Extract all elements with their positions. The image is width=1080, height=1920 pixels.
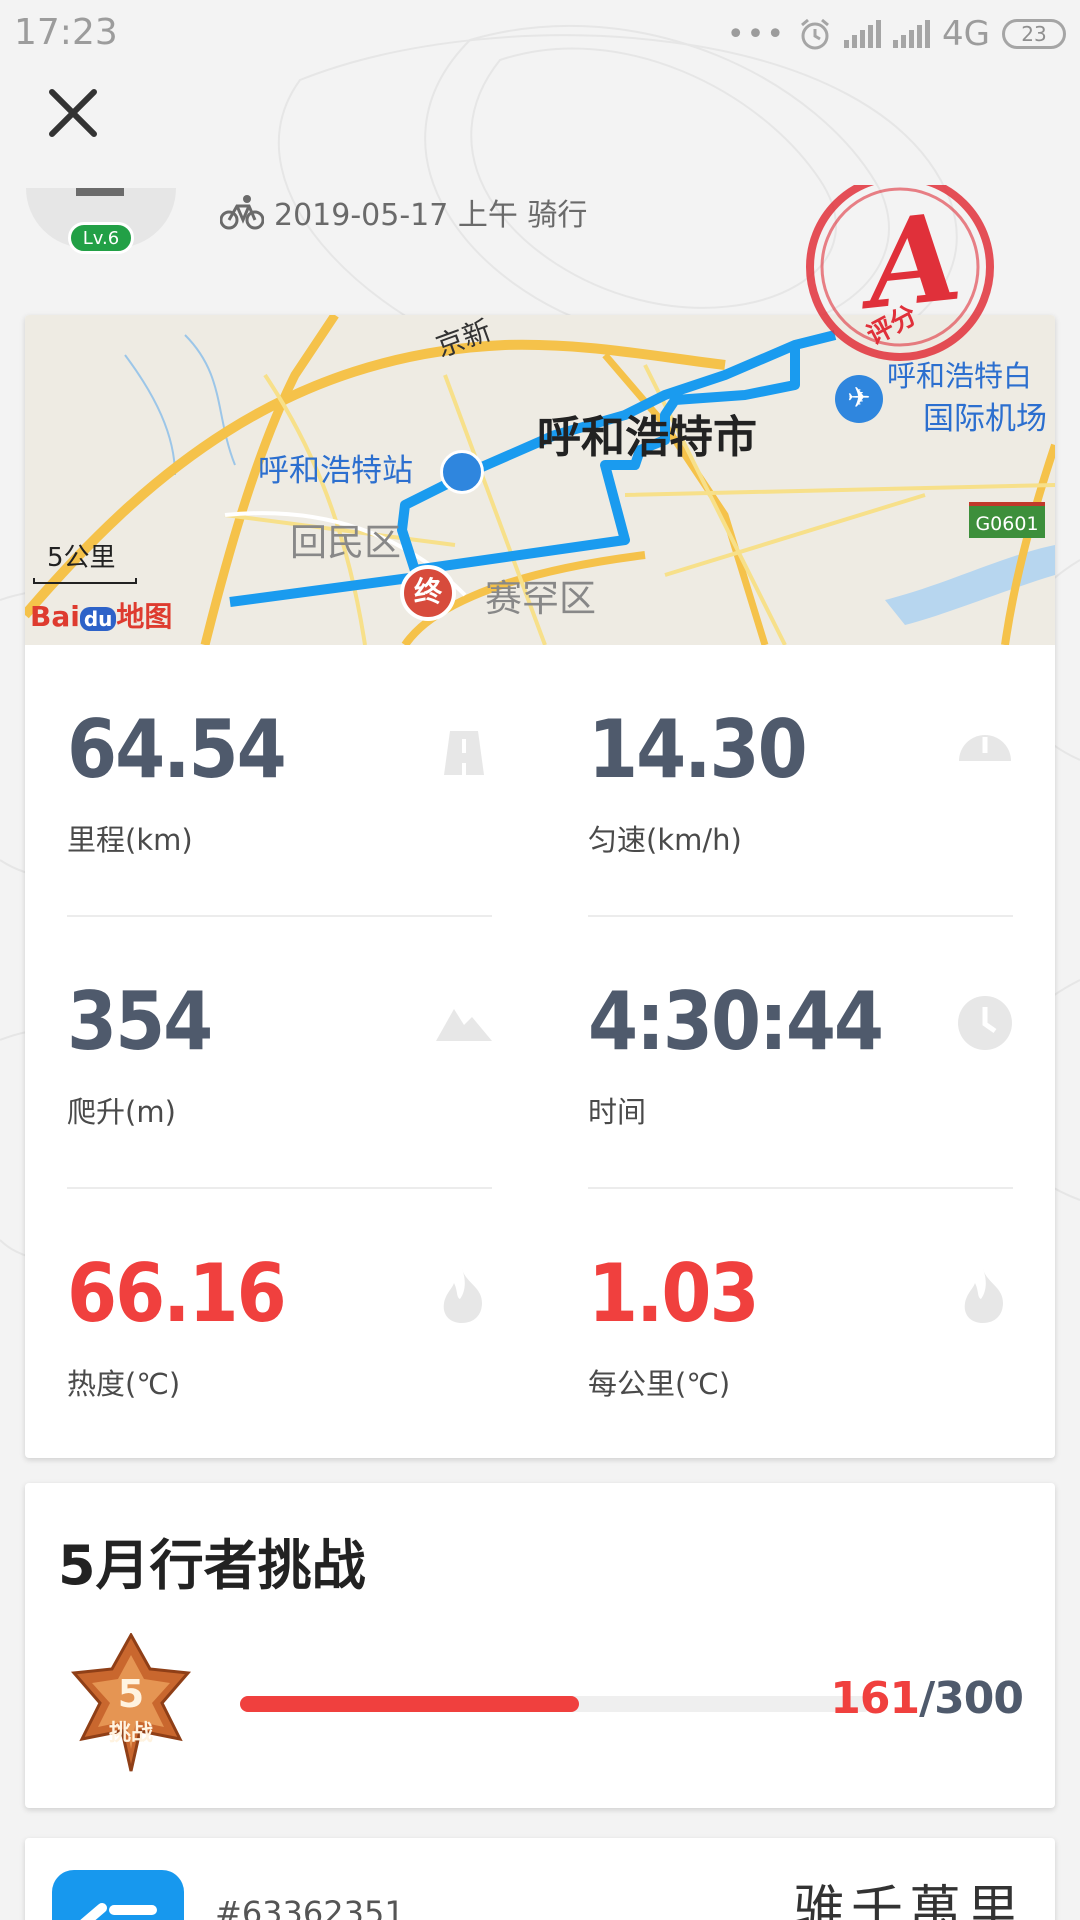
activity-summary-card: 京新 呼和浩特市 呼和浩特站 呼和浩特白 国际机场 ✈ 回民区 赛罕区 G060… bbox=[25, 315, 1055, 1458]
flame-icon bbox=[964, 1269, 1003, 1323]
level-badge: Lv.6 bbox=[68, 222, 134, 254]
network-type: 4G bbox=[942, 14, 990, 54]
signature-calligraphy: 骓千萬里 bbox=[792, 1881, 1025, 1920]
alarm-icon bbox=[801, 18, 829, 50]
mountain-icon bbox=[436, 1009, 492, 1041]
map-label-airport-2: 国际机场 bbox=[923, 401, 1047, 437]
status-bar: 17:23 ••• 4G 23 bbox=[0, 0, 1080, 68]
challenge-badge-label: 挑战 bbox=[108, 1721, 153, 1746]
map-scale-bar bbox=[33, 578, 137, 584]
challenge-total: /300 bbox=[919, 1673, 1024, 1724]
stat-time: 4:30:44 时间 bbox=[588, 917, 1013, 1189]
station-pin-icon bbox=[440, 450, 484, 494]
speedometer-icon bbox=[959, 735, 1011, 761]
svg-text:5: 5 bbox=[118, 1672, 144, 1716]
stat-heat: 66.16 热度(℃) bbox=[67, 1189, 492, 1458]
map-scale-label: 5公里 bbox=[47, 543, 116, 573]
stat-label: 热度(℃) bbox=[67, 1367, 181, 1401]
stat-label: 时间 bbox=[588, 1095, 647, 1129]
challenge-title: 5月行者挑战 bbox=[58, 1534, 366, 1597]
stat-value: 64.54 bbox=[67, 703, 287, 796]
stat-value: 66.16 bbox=[67, 1247, 287, 1340]
avatar-mark bbox=[76, 188, 124, 196]
challenge-progress-bar bbox=[240, 1696, 872, 1712]
record-id: #63362351 bbox=[215, 1894, 405, 1920]
stat-heat-per-km: 1.03 每公里(℃) bbox=[588, 1189, 1013, 1458]
user-avatar[interactable]: Lv.6 bbox=[26, 188, 176, 260]
stat-speed: 14.30 匀速(km/h) bbox=[588, 645, 1013, 917]
stat-value: 354 bbox=[67, 975, 213, 1068]
challenge-badge-icon: 5 挑战 bbox=[70, 1631, 192, 1773]
map-label-district-2: 赛罕区 bbox=[485, 577, 596, 620]
stat-climb: 354 爬升(m) bbox=[67, 917, 492, 1189]
stat-value: 14.30 bbox=[588, 703, 808, 796]
stat-value: 1.03 bbox=[588, 1247, 760, 1340]
route-end-marker: 终 bbox=[400, 565, 456, 621]
close-button[interactable] bbox=[38, 78, 108, 148]
share-card[interactable]: #63362351 骓千萬里 bbox=[25, 1838, 1055, 1920]
stat-label: 爬升(m) bbox=[67, 1095, 176, 1129]
baidu-map-logo: Bai du 地图 bbox=[30, 600, 173, 633]
stats-grid: 64.54 里程(km) 14.30 匀速(km/h) 354 爬升(m) 4:… bbox=[25, 645, 1055, 1458]
app-logo-icon bbox=[52, 1870, 184, 1920]
map-label-city: 呼和浩特市 bbox=[537, 412, 757, 463]
flame-icon bbox=[443, 1269, 482, 1323]
status-time: 17:23 bbox=[14, 12, 118, 53]
rating-stamp: A 评分 bbox=[785, 185, 1025, 385]
map-label-district: 回民区 bbox=[290, 521, 401, 564]
clock-icon bbox=[958, 996, 1012, 1050]
bicycle-icon bbox=[220, 195, 264, 230]
challenge-progress-text: 161/300 bbox=[830, 1673, 1024, 1724]
stat-distance: 64.54 里程(km) bbox=[67, 645, 492, 917]
road-icon bbox=[444, 731, 484, 775]
battery-icon: 23 bbox=[1002, 19, 1066, 49]
challenge-current: 161 bbox=[830, 1673, 920, 1724]
stat-value: 4:30:44 bbox=[588, 975, 884, 1068]
more-dots-icon: ••• bbox=[726, 16, 787, 52]
activity-meta: 2019-05-17 上午 骑行 bbox=[220, 190, 587, 234]
highway-shield: G0601 bbox=[969, 502, 1045, 538]
signal-icon bbox=[844, 20, 882, 48]
status-icons: ••• 4G 23 bbox=[727, 12, 1066, 56]
stat-label: 里程(km) bbox=[67, 823, 193, 857]
activity-date-type: 2019-05-17 上午 骑行 bbox=[274, 198, 588, 233]
stat-label: 每公里(℃) bbox=[588, 1367, 731, 1401]
challenge-progress-fill bbox=[240, 1696, 580, 1712]
map-label-station: 呼和浩特站 bbox=[258, 453, 413, 489]
close-icon bbox=[49, 89, 97, 137]
challenge-card[interactable]: 5月行者挑战 5 挑战 161/300 bbox=[25, 1483, 1055, 1808]
signal-icon-2 bbox=[893, 20, 931, 48]
stat-label: 匀速(km/h) bbox=[588, 823, 742, 857]
